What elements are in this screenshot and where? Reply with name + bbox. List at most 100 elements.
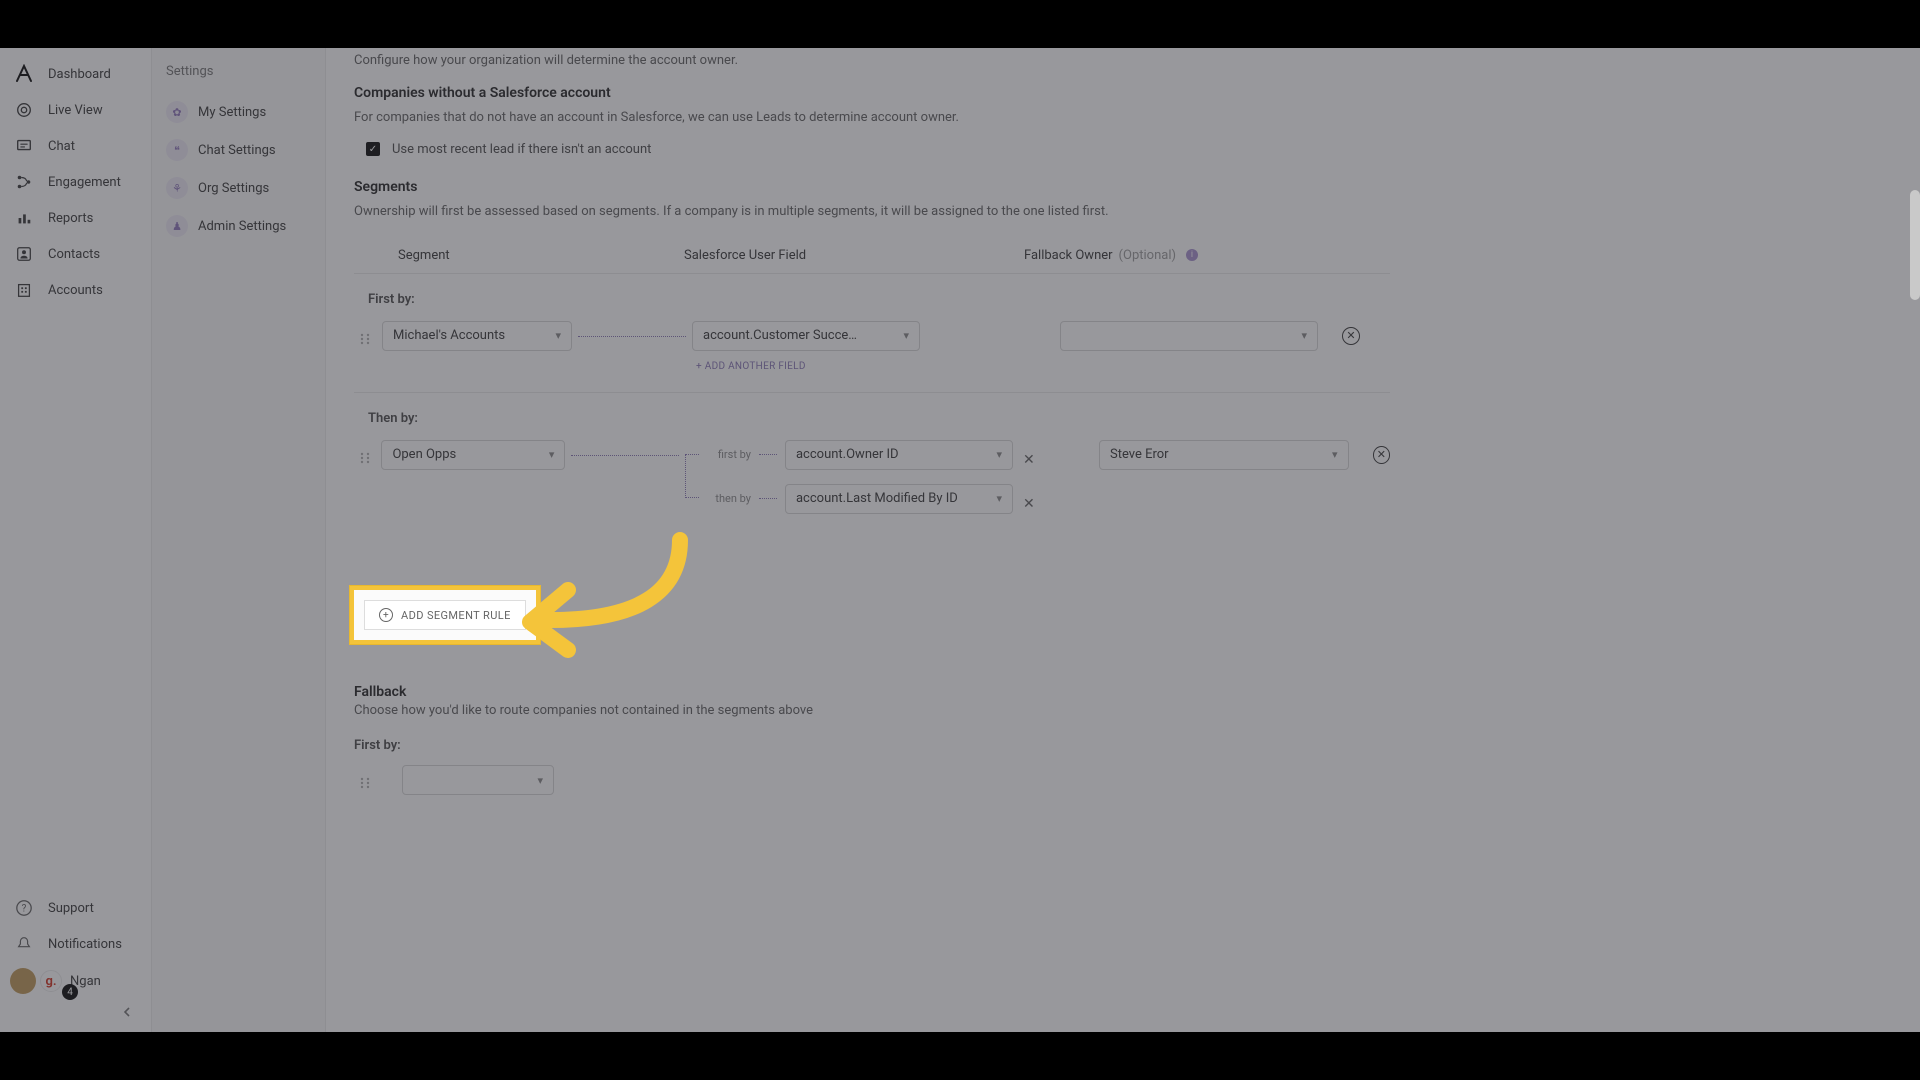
subnav-chat-settings[interactable]: ❝ Chat Settings <box>152 131 325 169</box>
chat-icon <box>14 136 34 156</box>
chevron-down-icon: ▾ <box>1301 329 1307 342</box>
segments-body: Ownership will first be assessed based o… <box>354 203 1390 222</box>
nav-live-view[interactable]: Live View <box>0 92 151 128</box>
subnav-label: My Settings <box>198 105 266 120</box>
logo-icon <box>14 64 34 84</box>
add-segment-label: ADD SEGMENT RULE <box>401 609 511 622</box>
nav-label: Notifications <box>48 937 122 952</box>
drag-handle[interactable] <box>358 331 374 347</box>
user-field-select-2[interactable]: account.Last Modified By ID▾ <box>785 484 1013 514</box>
bell-icon <box>14 934 34 954</box>
collapse-sidebar-button[interactable] <box>0 1000 151 1024</box>
scrollbar[interactable] <box>1910 190 1920 300</box>
chevron-down-icon: ▾ <box>555 329 561 342</box>
nav-label: Accounts <box>48 283 103 298</box>
subnav-admin-settings[interactable]: ♟ Admin Settings <box>152 207 325 245</box>
subnav-label: Admin Settings <box>198 219 286 234</box>
admin-icon: ♟ <box>166 215 188 237</box>
field-value: account.Owner ID <box>796 447 899 462</box>
annotation-arrow <box>510 530 710 680</box>
remove-field-button[interactable]: ✕ <box>1023 452 1037 466</box>
segment-rule-1: First by: Michael's Accounts ▾ account.Cu… <box>354 273 1390 392</box>
field-value: account.Customer Succe… <box>703 328 857 343</box>
fallback-owner-select[interactable]: ▾ <box>1060 321 1318 351</box>
segment-value: Michael's Accounts <box>393 328 505 343</box>
checkbox-label: Use most recent lead if there isn't an a… <box>392 142 651 157</box>
fallback-value: Steve Eror <box>1110 447 1169 462</box>
fallback-owner-select[interactable]: Steve Eror ▾ <box>1099 440 1349 470</box>
segment-value: Open Opps <box>392 447 456 462</box>
nav-label: Live View <box>48 103 103 118</box>
segment-select[interactable]: Michael's Accounts ▾ <box>382 321 572 351</box>
segment-rule-2: Then by: Open Opps▾ first by account.Own <box>354 392 1390 534</box>
nav-label: Engagement <box>48 175 121 190</box>
person-icon <box>14 244 34 264</box>
notification-badge: 4 <box>62 984 78 1000</box>
chevron-down-icon: ▾ <box>1332 448 1338 461</box>
fallback-field-select[interactable]: ▾ <box>402 765 554 795</box>
nav-reports[interactable]: Reports <box>0 200 151 236</box>
field-bracket <box>685 454 699 498</box>
settings-subnav: Settings ✿ My Settings ❝ Chat Settings ⚘… <box>152 48 326 1032</box>
nav-chat[interactable]: Chat <box>0 128 151 164</box>
col-field: Salesforce User Field <box>684 248 1024 263</box>
nav-accounts[interactable]: Accounts <box>0 272 151 308</box>
nav-contacts[interactable]: Contacts <box>0 236 151 272</box>
fallback-body: Choose how you'd like to route companies… <box>354 702 1390 721</box>
drag-handle[interactable] <box>358 775 374 791</box>
info-icon[interactable]: i <box>1186 249 1198 261</box>
nav-label: Chat <box>48 139 75 154</box>
avatar-secondary: g. <box>40 970 62 992</box>
avatar <box>10 968 36 994</box>
chevron-down-icon: ▾ <box>996 448 1002 461</box>
subnav-my-settings[interactable]: ✿ My Settings <box>152 93 325 131</box>
subnav-label: Chat Settings <box>198 143 276 158</box>
plus-circle-icon: + <box>379 608 393 622</box>
bar-chart-icon <box>14 208 34 228</box>
subnav-org-settings[interactable]: ⚘ Org Settings <box>152 169 325 207</box>
col-fallback: Fallback Owner(Optional) i <box>1024 248 1198 263</box>
segments-header: Segments <box>354 179 1390 195</box>
remove-field-button[interactable]: ✕ <box>1023 496 1037 510</box>
nav-label: Support <box>48 901 94 916</box>
add-segment-rule-button[interactable]: + ADD SEGMENT RULE <box>364 600 526 630</box>
add-another-field-button[interactable]: + ADD ANOTHER FIELD <box>696 361 920 372</box>
nav-engagement[interactable]: Engagement <box>0 164 151 200</box>
drag-handle[interactable] <box>358 450 373 466</box>
target-icon <box>14 100 34 120</box>
user-block[interactable]: g. Ngan 4 <box>0 962 151 1000</box>
segment-columns: Segment Salesforce User Field Fallback O… <box>354 236 1390 273</box>
nav-support[interactable]: ? Support <box>0 890 151 926</box>
svg-text:?: ? <box>22 904 27 915</box>
intro-text: Configure how your organization will det… <box>354 52 1390 71</box>
chat-icon: ❝ <box>166 139 188 161</box>
field-value: account.Last Modified By ID <box>796 491 958 506</box>
nav-label: Dashboard <box>48 67 111 82</box>
no-sf-header: Companies without a Salesforce account <box>354 85 1390 101</box>
building-icon <box>14 280 34 300</box>
chevron-down-icon: ▾ <box>537 774 543 787</box>
user-field-select[interactable]: account.Customer Succe… ▾ <box>692 321 920 351</box>
rule-label: First by: <box>368 292 1390 307</box>
branch-icon <box>14 172 34 192</box>
first-by-label: first by <box>705 448 751 461</box>
subnav-title: Settings <box>152 64 325 93</box>
segment-select[interactable]: Open Opps ▾ <box>381 440 565 470</box>
use-recent-lead-checkbox[interactable]: ✓ <box>366 142 380 156</box>
gear-icon: ✿ <box>166 101 188 123</box>
org-icon: ⚘ <box>166 177 188 199</box>
chevron-down-icon: ▾ <box>903 329 909 342</box>
chevron-down-icon: ▾ <box>549 448 555 461</box>
help-icon: ? <box>14 898 34 918</box>
nav-dashboard[interactable]: Dashboard <box>0 56 151 92</box>
remove-rule-button[interactable]: ✕ <box>1373 446 1390 464</box>
fallback-header: Fallback <box>354 684 1390 700</box>
rule-label: Then by: <box>368 411 1390 426</box>
remove-rule-button[interactable]: ✕ <box>1342 327 1360 345</box>
no-sf-body: For companies that do not have an accoun… <box>354 109 1390 128</box>
subnav-label: Org Settings <box>198 181 269 196</box>
nav-label: Reports <box>48 211 93 226</box>
nav-notifications[interactable]: Notifications <box>0 926 151 962</box>
user-field-select-1[interactable]: account.Owner ID ▾ <box>785 440 1013 470</box>
primary-nav: Dashboard Live View Chat Engagement Repo… <box>0 48 152 1032</box>
